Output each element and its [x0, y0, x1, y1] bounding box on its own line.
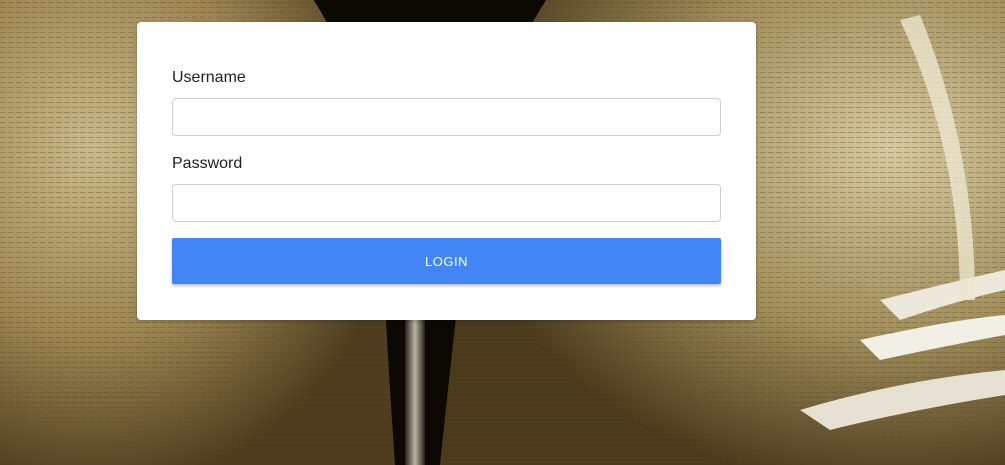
username-label: Username: [172, 69, 246, 86]
password-input[interactable]: [172, 184, 721, 222]
login-card: Username Password LOGIN: [137, 22, 756, 320]
password-label: Password: [172, 155, 243, 172]
login-button[interactable]: LOGIN: [172, 238, 721, 284]
username-input[interactable]: [172, 98, 721, 136]
